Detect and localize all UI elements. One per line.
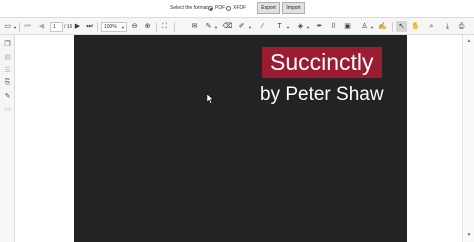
scroll-up-icon[interactable]: ▲ bbox=[465, 37, 473, 45]
toolbar-divider bbox=[174, 22, 175, 32]
xfdf-radio[interactable] bbox=[226, 6, 231, 11]
last-page-icon[interactable]: ⏭ bbox=[84, 21, 95, 32]
scroll-down-icon[interactable]: ▼ bbox=[465, 231, 473, 239]
stamp-icon[interactable]: ♙ bbox=[359, 21, 370, 32]
comment-icon[interactable]: ✉ bbox=[189, 21, 200, 32]
format-bar: Select the format: PDF XFDF Export Impor… bbox=[0, 0, 474, 17]
format-label: Select the format: bbox=[170, 5, 210, 11]
pan-hand-icon[interactable]: ✋ bbox=[410, 21, 421, 32]
select-cursor-icon[interactable]: ↖ bbox=[396, 21, 407, 32]
text-box-icon[interactable]: ⌷ bbox=[328, 21, 339, 32]
left-navigation-pane: ❐ ▤ ☰ ⎘ ✎ ▭ bbox=[0, 35, 15, 242]
layers-icon[interactable]: ☰ bbox=[2, 64, 13, 75]
previous-page-icon[interactable]: ◀ bbox=[36, 21, 47, 32]
mouse-pointer-icon bbox=[207, 94, 214, 104]
signature-icon[interactable]: ✍ bbox=[377, 21, 388, 32]
import-button[interactable]: Import bbox=[282, 2, 305, 14]
open-file-icon[interactable]: ▭ bbox=[2, 21, 13, 32]
chevron-down-icon[interactable]: ▼ bbox=[286, 25, 290, 30]
fit-page-icon[interactable]: ⛶ bbox=[159, 21, 170, 32]
chevron-down-icon[interactable]: ▼ bbox=[306, 25, 310, 30]
pen-icon[interactable]: ✎ bbox=[203, 21, 214, 32]
ink-icon[interactable]: ✒ bbox=[314, 21, 325, 32]
vertical-scrollbar[interactable]: ▲ ▼ bbox=[462, 35, 474, 242]
download-icon[interactable]: ⤓ bbox=[442, 21, 453, 32]
chevron-down-icon[interactable]: ▼ bbox=[248, 25, 252, 30]
next-page-icon[interactable]: ▶ bbox=[72, 21, 83, 32]
toolbar-divider bbox=[19, 22, 20, 32]
chevron-down-icon[interactable]: ▼ bbox=[214, 25, 218, 30]
first-page-icon[interactable]: ⏮ bbox=[22, 21, 33, 32]
toolbar-divider bbox=[392, 22, 393, 32]
line-icon[interactable]: ∕ bbox=[257, 21, 268, 32]
eraser-icon[interactable]: ⌫ bbox=[222, 21, 233, 32]
highlighter-icon[interactable]: ✐ bbox=[236, 21, 247, 32]
search-icon[interactable]: ⌕ bbox=[426, 21, 437, 32]
signature-panel-icon[interactable]: ✎ bbox=[2, 90, 13, 101]
chevron-down-icon[interactable]: ▼ bbox=[13, 25, 17, 30]
document-subtitle: by Peter Shaw bbox=[260, 84, 384, 105]
pdf-radio-label: PDF bbox=[215, 5, 225, 11]
document-title: Succinctly bbox=[262, 47, 382, 78]
zoom-out-icon[interactable]: ⊖ bbox=[129, 21, 140, 32]
viewer-toolbar: ▭ ▼ ⏮ ◀ 1 / 16 ▶ ⏭ 100% ▼ ⊖ ⊕ ⛶ ✉ ✎ ▼ ⌫ … bbox=[0, 17, 474, 35]
chevron-down-icon[interactable]: ▼ bbox=[370, 25, 374, 30]
shape-fill-icon[interactable]: ◈ bbox=[295, 21, 306, 32]
page-number-input[interactable]: 1 bbox=[50, 22, 63, 32]
xfdf-radio-label: XFDF bbox=[233, 5, 247, 11]
image-icon[interactable]: ▣ bbox=[342, 21, 353, 32]
pdf-radio[interactable] bbox=[208, 6, 213, 11]
toolbar-divider bbox=[156, 22, 157, 32]
print-icon[interactable]: ⎙ bbox=[456, 21, 467, 32]
attachments-icon[interactable]: ⎘ bbox=[2, 77, 13, 88]
bookmarks-icon[interactable]: ▤ bbox=[2, 51, 13, 62]
toolbar-divider bbox=[97, 22, 98, 32]
text-markup-icon[interactable]: T bbox=[274, 21, 285, 32]
page-thumbnails-icon[interactable]: ❐ bbox=[2, 38, 13, 49]
export-button[interactable]: Export bbox=[257, 2, 280, 14]
comments-panel-icon[interactable]: ▭ bbox=[2, 103, 13, 114]
chevron-down-icon[interactable]: ▼ bbox=[121, 25, 125, 30]
zoom-in-icon[interactable]: ⊕ bbox=[142, 21, 153, 32]
